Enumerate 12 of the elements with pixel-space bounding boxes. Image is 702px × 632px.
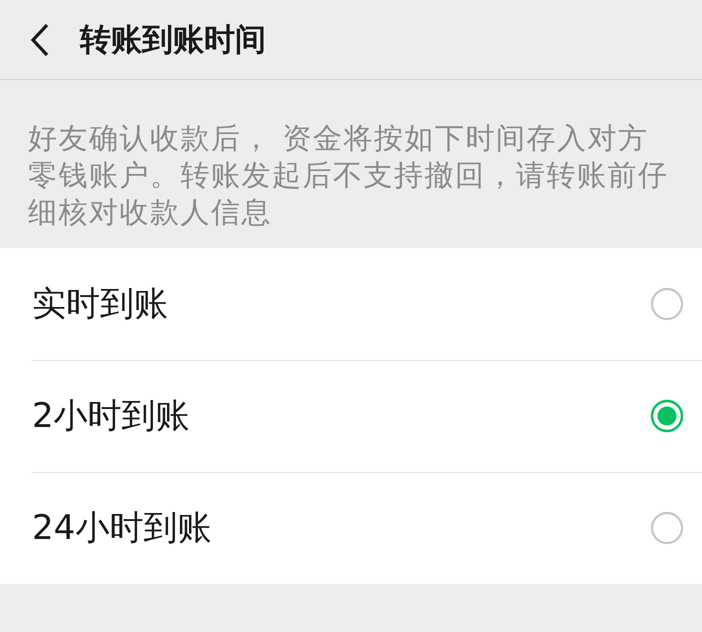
option-label: 2小时到账 bbox=[32, 395, 190, 438]
page-title: 转账到账时间 bbox=[80, 20, 266, 60]
option-label: 24小时到账 bbox=[32, 507, 212, 550]
back-icon[interactable] bbox=[30, 22, 50, 56]
radio-icon[interactable] bbox=[650, 511, 684, 545]
radio-icon[interactable] bbox=[650, 287, 684, 321]
radio-selected-icon[interactable] bbox=[650, 399, 684, 433]
option-label: 实时到账 bbox=[32, 283, 168, 326]
option-row[interactable]: 24小时到账 bbox=[0, 472, 702, 584]
option-row[interactable]: 2小时到账 bbox=[0, 360, 702, 472]
description-text: 好友确认收款后， 资金将按如下时间存入对方零钱账户。转账发起后不支持撤回，请转账前仔细核对收款人信息 bbox=[28, 120, 670, 231]
option-row[interactable]: 实时到账 bbox=[0, 248, 702, 360]
